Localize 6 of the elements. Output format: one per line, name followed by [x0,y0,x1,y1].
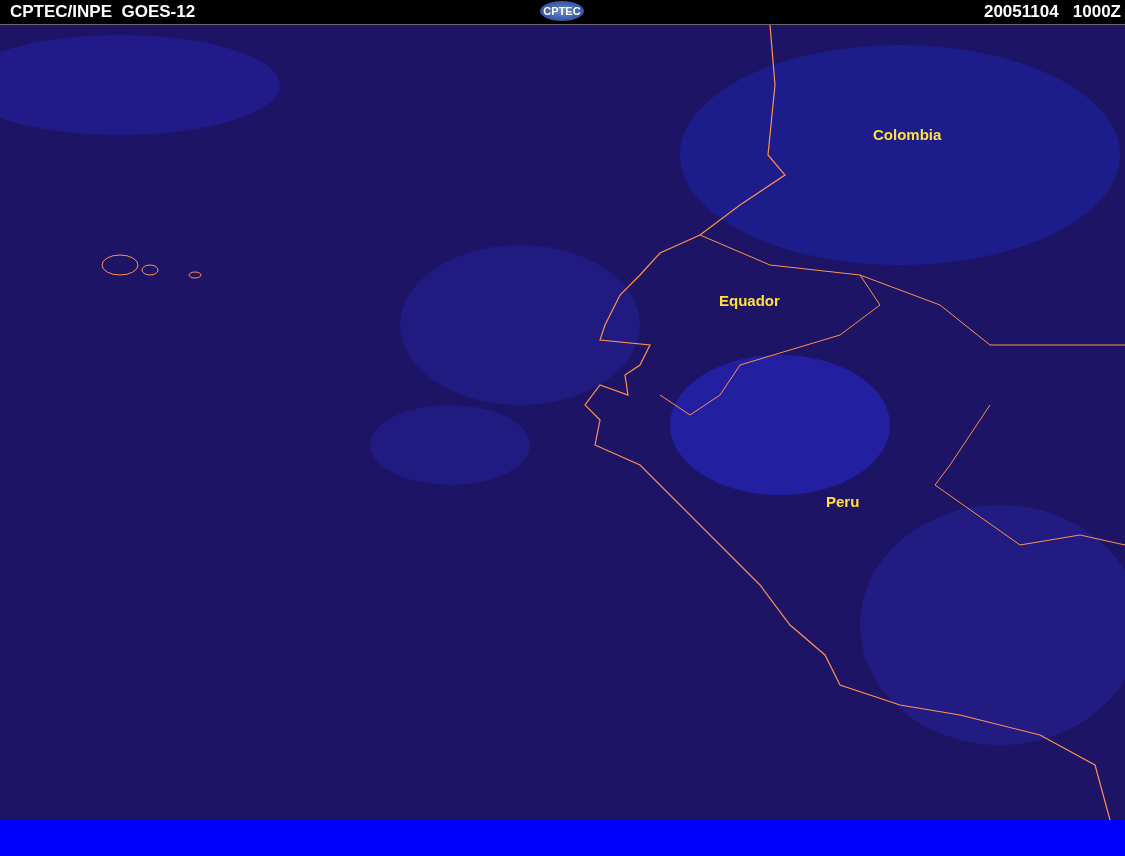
logo: CPTEC [540,1,584,21]
country-label: Colombia [873,126,942,143]
timestamp: 20051104 1000Z [983,2,1121,22]
country-label: Peru [826,493,860,510]
country-label: Equador [719,292,780,309]
image-title: CPTEC/INPE GOES-12 [10,2,196,22]
